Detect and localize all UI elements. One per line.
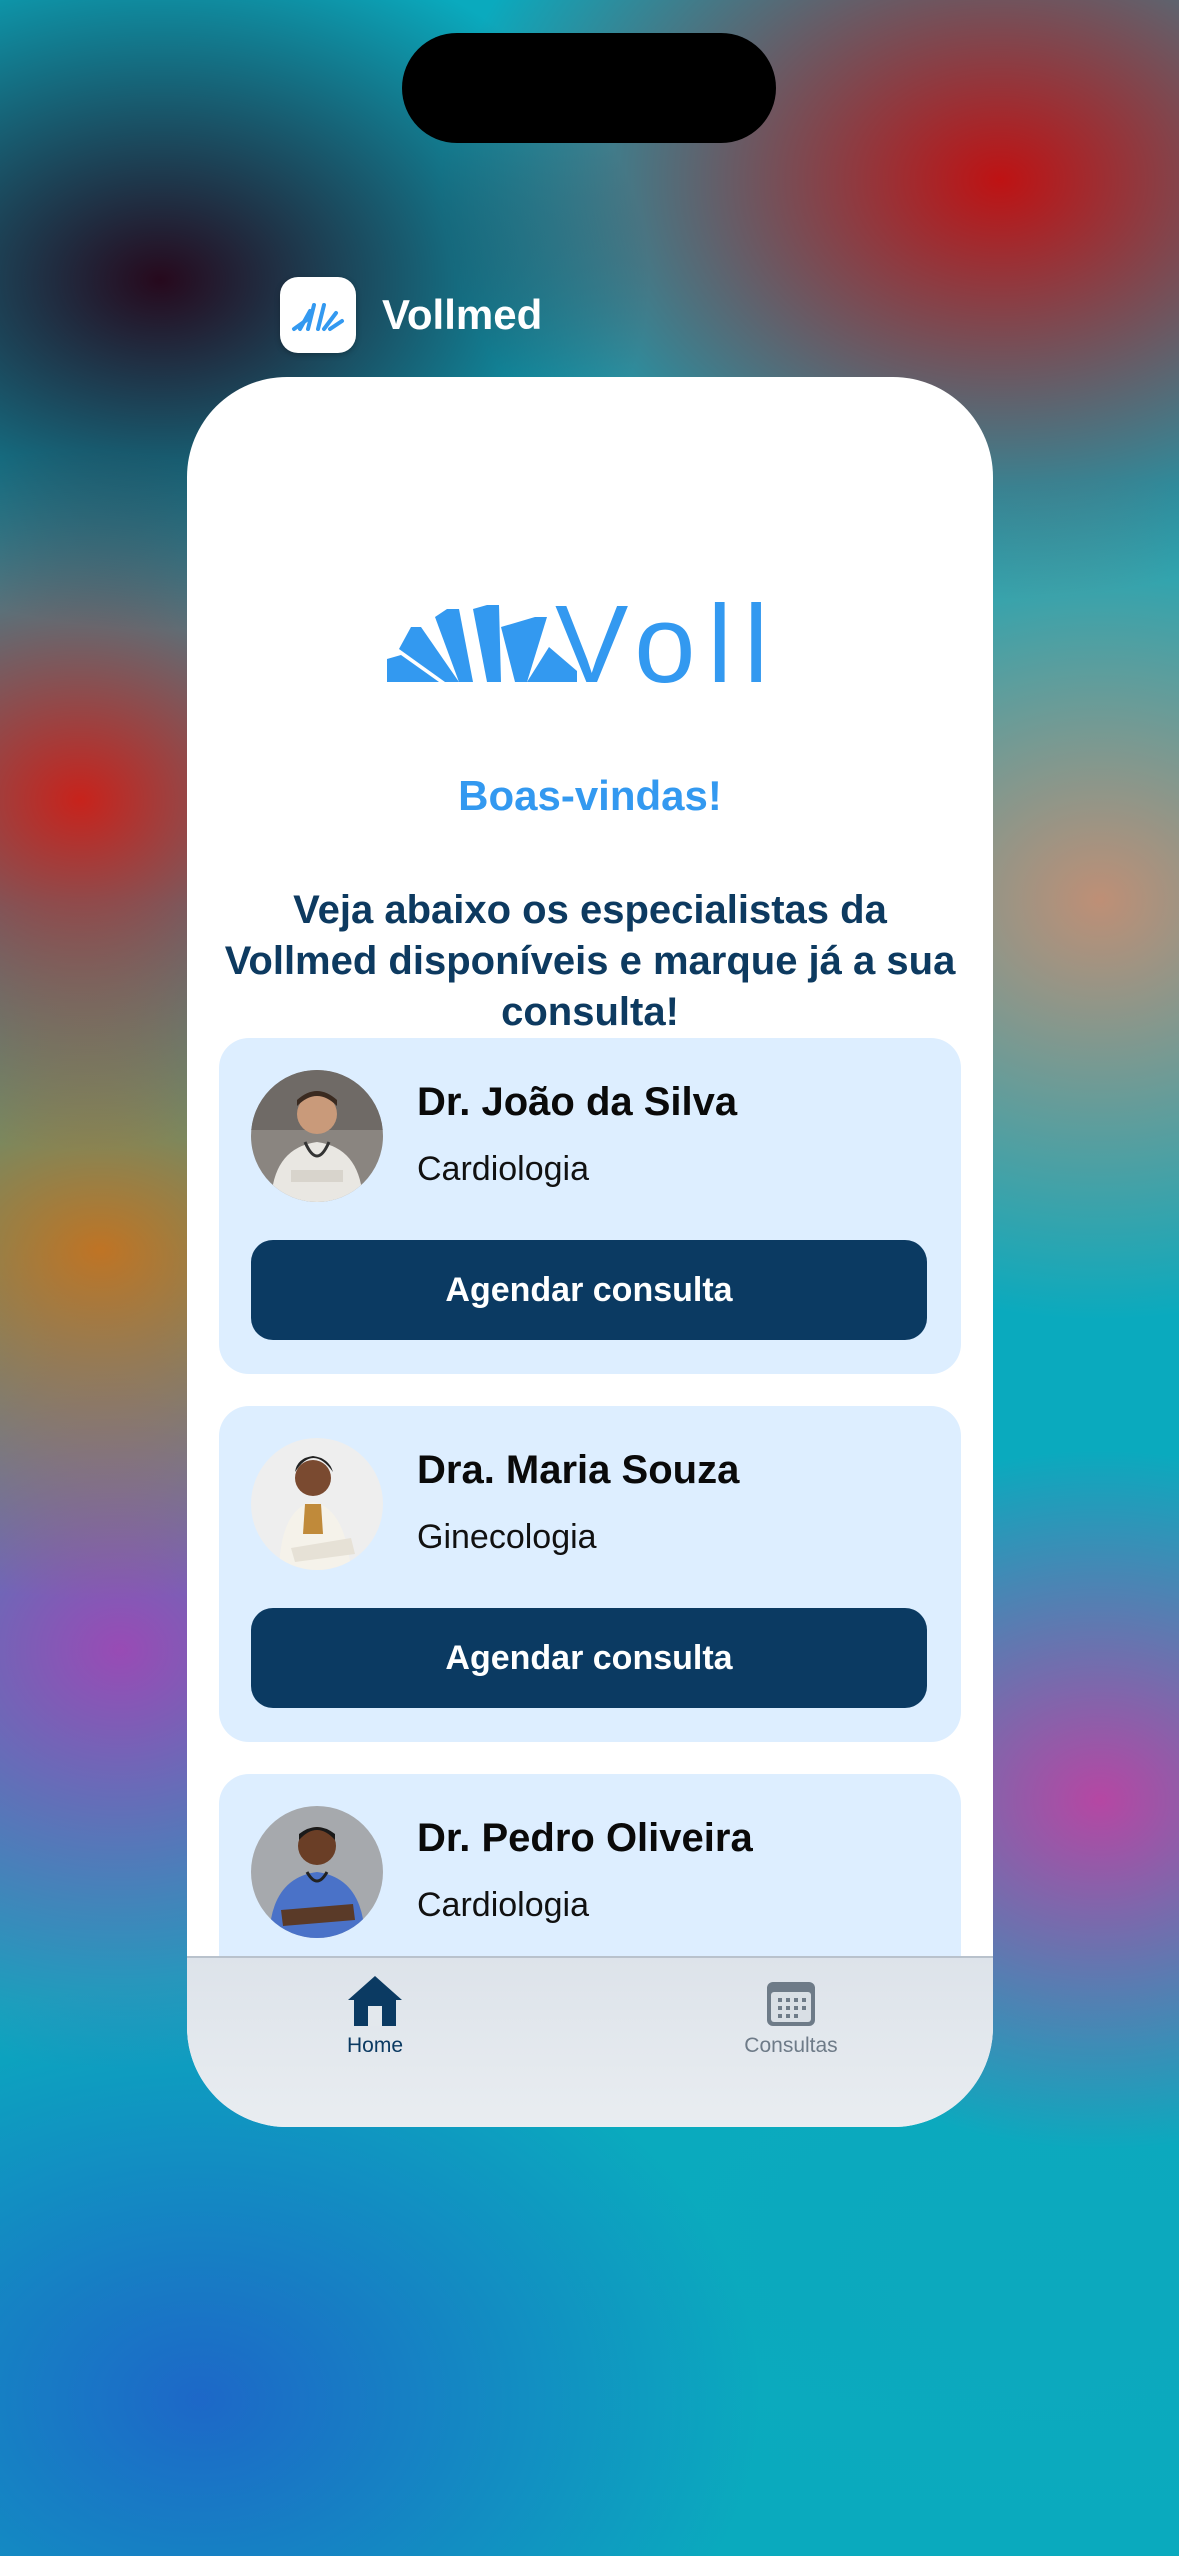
app-window[interactable]: Voll Boas-vindas! Veja abaixo os especia… bbox=[187, 377, 993, 2127]
calendar-icon bbox=[767, 1982, 815, 2026]
schedule-appointment-button[interactable]: Agendar consulta bbox=[251, 1240, 927, 1340]
doctor-specialty: Cardiologia bbox=[417, 1150, 589, 1188]
doctor-avatar bbox=[251, 1806, 383, 1938]
voll-wordmark: Voll bbox=[555, 587, 780, 687]
voll-logo: Voll bbox=[387, 587, 780, 687]
tab-home[interactable]: Home bbox=[275, 1968, 475, 2058]
tab-bar: Home Consultas bbox=[187, 1956, 993, 2127]
doctor-avatar bbox=[251, 1438, 383, 1570]
intro-text: Veja abaixo os especialistas da Vollmed … bbox=[224, 888, 956, 1034]
doctor-name: Dr. João da Silva bbox=[417, 1080, 738, 1124]
doctor-specialty: Ginecologia bbox=[417, 1518, 597, 1556]
doctor-card: Dr. João da Silva Cardiologia Agendar co… bbox=[219, 1038, 961, 1374]
app-switcher-header[interactable]: Vollmed bbox=[280, 276, 542, 354]
tab-consultas-label: Consultas bbox=[744, 2034, 838, 2057]
tab-home-label: Home bbox=[346, 2034, 404, 2057]
doctor-card: Dra. Maria Souza Ginecologia Agendar con… bbox=[219, 1406, 961, 1742]
doctor-name: Dr. Pedro Oliveira bbox=[417, 1816, 753, 1860]
vollmed-app-icon[interactable] bbox=[280, 277, 356, 353]
dynamic-island bbox=[402, 33, 776, 143]
house-icon bbox=[348, 1976, 402, 2026]
app-name-label: Vollmed bbox=[382, 291, 543, 338]
welcome-heading: Boas-vindas! bbox=[458, 772, 722, 819]
doctor-name: Dra. Maria Souza bbox=[417, 1448, 740, 1492]
schedule-appointment-button[interactable]: Agendar consulta bbox=[251, 1608, 927, 1708]
doctor-avatar bbox=[251, 1070, 383, 1202]
doctor-specialty: Cardiologia bbox=[417, 1886, 589, 1924]
tab-consultas[interactable]: Consultas bbox=[691, 1968, 891, 2058]
vollmed-logo-mark bbox=[292, 303, 344, 331]
